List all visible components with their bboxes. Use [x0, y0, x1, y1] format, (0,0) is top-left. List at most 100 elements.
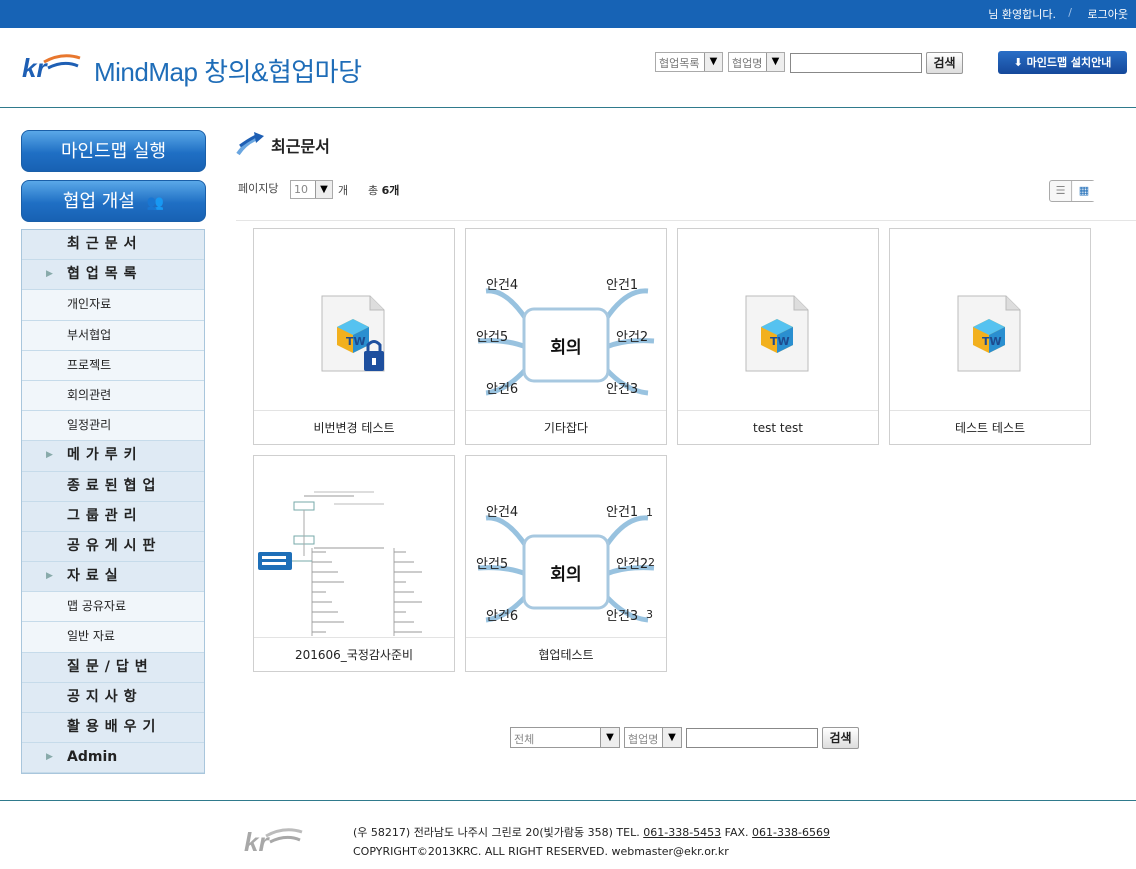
download-icon: ⬇ — [1013, 56, 1023, 69]
bottom-field-select[interactable]: 협업명 ▼ — [624, 727, 682, 748]
chevron-down-icon: ▼ — [315, 181, 332, 198]
document-title[interactable]: test test — [678, 410, 878, 444]
document-title[interactable]: 테스트 테스트 — [890, 410, 1090, 444]
sidebar-item-label: 질문/답변 — [67, 658, 154, 675]
sidebar-item[interactable]: ▶ 메가루키 — [22, 441, 204, 472]
users-icon: 👥 — [146, 195, 165, 211]
arrow-icon — [236, 132, 264, 156]
sidebar-item-label: 자료실 — [67, 568, 124, 585]
expand-arrow-icon: ▶ — [46, 450, 53, 461]
sidebar-item-label: 그룹관리 — [67, 507, 143, 524]
sidebar-item[interactable]: ▶ 협업목록 — [22, 260, 204, 291]
document-title[interactable]: 협업테스트 — [466, 637, 666, 671]
per-page-label: 페이지당 — [238, 182, 279, 195]
category-select[interactable]: 협업목록 ▼ — [655, 52, 723, 72]
file-icon: TW — [745, 295, 809, 372]
svg-text:TW: TW — [346, 335, 366, 348]
bottom-scope-select[interactable]: 전체 ▼ — [510, 727, 620, 748]
install-guide-button[interactable]: ⬇ 마인드맵 설치안내 — [998, 51, 1127, 74]
footer-address: (우 58217) 전라남도 나주시 그린로 20(빛가람동 358) TEL.… — [353, 824, 830, 840]
svg-text:안건2: 안건2 — [616, 330, 648, 345]
document-title[interactable]: 기타잡다 — [466, 410, 666, 444]
sidebar-menu: 최근문서 ▶ 협업목록 개인자료부서협업프로젝트회의관련일정관리 ▶ 메가루키 종료된협업그… — [21, 229, 205, 775]
total-label: 총 — [368, 184, 379, 197]
sidebar-item-label: 부서협업 — [67, 327, 112, 342]
sidebar-item[interactable]: 회의관련 — [22, 380, 204, 412]
chevron-down-icon: ▼ — [600, 728, 619, 747]
tel-link[interactable]: 061-338-5453 — [643, 826, 721, 839]
document-card[interactable]: 회의 안건4 안건1 안건5 안건2 안건6 안건3 1 2 3 협업테스트 — [465, 455, 667, 672]
sidebar-item[interactable]: 일반 자료 — [22, 622, 204, 653]
document-thumbnail[interactable] — [254, 456, 454, 643]
sidebar-item-label: 맵 공유자료 — [67, 599, 127, 614]
logout-link[interactable]: 로그아웃 — [1088, 6, 1128, 22]
document-thumbnail[interactable]: 회의 안건4 안건1 안건5 안건2 안건6 안건3 — [466, 229, 666, 409]
svg-text:안건2: 안건2 — [616, 557, 648, 572]
run-mindmap-button[interactable]: 마인드맵 실행 — [21, 130, 206, 172]
document-card[interactable]: 회의 안건4 안건1 안건5 안건2 안건6 안건3 기타잡다 — [465, 228, 667, 445]
sidebar-item[interactable]: 부서협업 — [22, 320, 204, 351]
sidebar-item[interactable]: ▶ 자료실 — [22, 562, 204, 593]
sidebar-item[interactable]: 개인자료 — [22, 290, 204, 321]
open-collab-button[interactable]: 협업 개설 👥 — [21, 180, 206, 222]
sidebar-item-label: 공지사항 — [67, 688, 143, 705]
per-page-unit: 개 — [338, 184, 349, 197]
mindmap-thumbnail: 회의 안건4 안건1 안건5 안건2 안건6 안건3 — [476, 278, 655, 397]
sidebar-item[interactable]: 공유게시판 — [22, 531, 204, 563]
field-select-value: 협업명 — [732, 57, 763, 70]
document-card[interactable]: 201606_국정감사준비 — [253, 455, 455, 672]
greeting-text: 님 환영합니다. — [988, 8, 1056, 21]
sidebar-item[interactable]: 그룹관리 — [22, 501, 204, 532]
sidebar-item-label: 일반 자료 — [67, 629, 115, 644]
chevron-down-icon: ▼ — [662, 728, 681, 747]
sidebar-item[interactable]: 맵 공유자료 — [22, 592, 204, 623]
sidebar-item[interactable]: 최근문서 — [22, 230, 204, 261]
svg-text:안건3: 안건3 — [606, 609, 638, 624]
svg-text:안건5: 안건5 — [476, 557, 508, 572]
fax-link[interactable]: 061-338-6569 — [752, 826, 830, 839]
document-thumbnail[interactable]: 회의 안건4 안건1 안건5 안건2 안건6 안건3 1 2 3 — [466, 456, 666, 636]
footer-copyright: COPYRIGHT©2013KRC. ALL RIGHT RESERVED. w… — [353, 845, 729, 858]
svg-text:kr: kr — [244, 827, 270, 857]
list-view-icon[interactable]: ☰ — [1050, 181, 1072, 201]
sidebar-item[interactable]: 질문/답변 — [22, 652, 204, 683]
fax-label: FAX. — [724, 826, 749, 839]
sidebar-item-label: 최근문서 — [67, 236, 143, 252]
sidebar-item-label: 회의관련 — [67, 387, 112, 402]
sidebar-item-label: 활용배우기 — [67, 719, 162, 735]
header-search-button[interactable]: 검색 — [926, 52, 963, 74]
sidebar-item[interactable]: 공지사항 — [22, 682, 204, 713]
sidebar-item[interactable]: 종료된협업 — [22, 471, 204, 502]
sidebar-item[interactable]: 프로젝트 — [22, 350, 204, 381]
document-card[interactable]: TW test test — [677, 228, 879, 445]
bottom-search-button[interactable]: 검색 — [822, 727, 859, 749]
document-card[interactable]: TW 테스트 테스트 — [889, 228, 1091, 445]
topbar-separator: / — [1068, 6, 1072, 19]
document-title[interactable]: 201606_국정감사준비 — [254, 637, 454, 671]
svg-text:안건4: 안건4 — [486, 278, 518, 293]
document-thumbnail[interactable]: TW — [254, 229, 454, 409]
expand-arrow-icon: ▶ — [46, 571, 53, 582]
bottom-search-input[interactable] — [686, 728, 818, 748]
chevron-down-icon: ▼ — [704, 53, 722, 71]
document-thumbnail[interactable]: TW — [678, 229, 878, 409]
footer-divider — [0, 800, 1136, 801]
sidebar-item[interactable]: 일정관리 — [22, 411, 204, 442]
per-page-value: 10 — [294, 183, 308, 196]
svg-text:안건4: 안건4 — [486, 505, 518, 520]
sidebar-item[interactable]: ▶ Admin — [22, 743, 204, 774]
sidebar-item[interactable]: 활용배우기 — [22, 713, 204, 744]
grid-view-icon[interactable]: ▦ — [1073, 181, 1095, 201]
document-thumbnail[interactable]: TW — [890, 229, 1090, 409]
header-search-input[interactable] — [790, 53, 922, 73]
svg-text:2: 2 — [648, 556, 655, 569]
field-select[interactable]: 협업명 ▼ — [728, 52, 785, 72]
svg-text:TW: TW — [982, 335, 1002, 348]
document-card[interactable]: TW 비번변경 테스트 — [253, 228, 455, 445]
total-value: 6개 — [381, 184, 400, 197]
krc-logo: kr — [22, 53, 81, 83]
svg-text:안건1: 안건1 — [606, 505, 638, 520]
per-page-select[interactable]: 10 ▼ — [290, 180, 333, 199]
svg-text:3: 3 — [646, 608, 653, 621]
document-title[interactable]: 비번변경 테스트 — [254, 410, 454, 444]
